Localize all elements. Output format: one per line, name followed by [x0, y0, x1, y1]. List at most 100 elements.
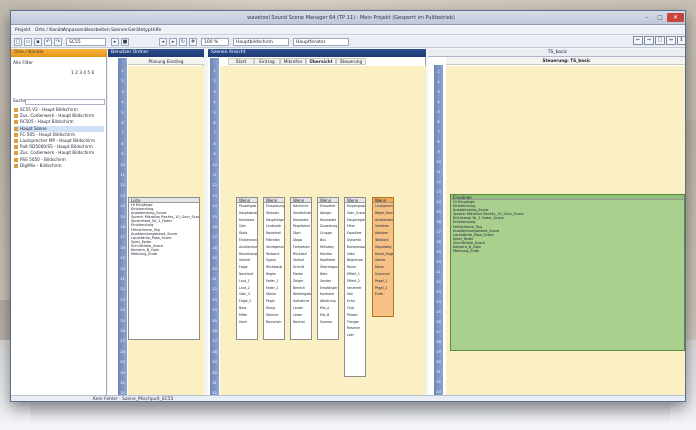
list-item[interactable]: Dynamik — [345, 237, 365, 244]
list-item[interactable]: Talkback — [373, 237, 393, 244]
menu-hilfe[interactable]: Hilfe — [151, 28, 161, 33]
list-item[interactable]: Ende — [373, 291, 393, 298]
list-item[interactable]: Folge_2 — [237, 298, 257, 305]
list-item[interactable]: Stufe — [237, 230, 257, 237]
list-item[interactable]: Hilfsweg — [318, 244, 338, 251]
list-item[interactable]: Stimme — [264, 312, 284, 319]
list-item[interactable]: Kanal_Folge — [373, 251, 393, 258]
list-item[interactable]: Empfänger — [318, 285, 338, 292]
list-item[interactable]: Equalizer — [345, 230, 365, 237]
list-item[interactable]: Wiedergabe — [291, 291, 311, 298]
list-item[interactable]: Pegelband — [291, 223, 311, 230]
close-button[interactable]: ✕ — [667, 13, 684, 22]
list-item[interactable]: Gain_Score — [345, 210, 365, 217]
list-item[interactable]: Mono — [373, 264, 393, 271]
list-item[interactable]: Hauptfolge — [264, 217, 284, 224]
list-item[interactable]: Abhörung — [318, 298, 338, 305]
scene-combo[interactable]: SC55 — [66, 38, 106, 46]
list-item[interactable]: Pegel_1 — [373, 278, 393, 285]
tree-item[interactable]: PSS 5050 - Bildschirm — [14, 157, 104, 163]
menu-geraetetyp[interactable]: Gerätetyp — [128, 28, 151, 33]
list-item[interactable]: Gruppe — [318, 230, 338, 237]
list-item[interactable]: Netz — [318, 271, 338, 278]
list-item[interactable]: Pauseligab — [237, 203, 257, 210]
list-item[interactable]: Einspielung — [264, 203, 284, 210]
tree-item[interactable]: FC-505 - Haupt Bildschirm — [14, 132, 104, 138]
scene-box[interactable]: WennLautsprecherRegie_ScoreAusblendungVo… — [372, 197, 394, 317]
list-item[interactable]: Folge — [237, 264, 257, 271]
list-item[interactable]: Phaser — [345, 312, 365, 319]
refresh-icon[interactable]: ↻ — [179, 38, 187, 46]
list-item[interactable]: Einspieler — [318, 203, 338, 210]
list-item[interactable]: Eingangswahl — [345, 203, 365, 210]
tree-item[interactable]: DigiMix - Bildschirm — [14, 163, 104, 169]
list-item[interactable]: Fader_1 — [264, 278, 284, 285]
minimize-button[interactable]: – — [641, 13, 653, 22]
scene-box[interactable]: Wenn Einspielung Textsatz Hauptfolge Lautstu… — [263, 197, 285, 340]
list-item[interactable]: Meldung_Ende — [451, 249, 684, 253]
list-item[interactable]: Regie_Score — [373, 210, 393, 217]
list-item[interactable]: Effekt_2 — [345, 278, 365, 285]
list-item[interactable]: Signal — [264, 257, 284, 264]
list-item[interactable]: Rückkanal — [264, 264, 284, 271]
list-item[interactable]: Mix_A — [318, 305, 338, 312]
tree-item[interactable]: RC505 - Haupt Bildschirm — [14, 119, 104, 125]
fit-width-icon[interactable]: ⇔ — [666, 36, 676, 45]
maximize-button[interactable]: □ — [654, 13, 666, 22]
list-item[interactable]: Leiser — [291, 312, 311, 319]
list-item[interactable]: Vorhören — [373, 223, 393, 230]
list-item[interactable]: Marke — [291, 271, 311, 278]
list-item[interactable]: Begrenzer — [345, 257, 365, 264]
save-icon[interactable]: ▪ — [34, 38, 42, 46]
list-item[interactable]: Stopp — [291, 237, 311, 244]
list-item[interactable]: Vorlauf — [291, 257, 311, 264]
list-item[interactable]: Bereich — [291, 285, 311, 292]
list-item[interactable]: Raum — [345, 264, 365, 271]
menu-bearbeiten[interactable]: Bearbeiten — [85, 28, 110, 33]
list-item[interactable]: Steller — [264, 291, 284, 298]
tree-item[interactable]: Pult RD5000/S5 - Haupt Bildschirm — [14, 144, 104, 150]
right-list-box[interactable]: Eingänge Hi Eingänge Einblendung Ausblendu… — [450, 194, 685, 351]
list-item[interactable]: Sender — [318, 278, 338, 285]
tree-item[interactable]: Zus. Codierwerk - Haupt Bildschirm — [14, 113, 104, 119]
list-item[interactable]: Ausblendung — [237, 244, 257, 251]
grid-icon[interactable]: # — [189, 38, 197, 46]
list-item[interactable]: Verzerrer — [345, 285, 365, 292]
list-item[interactable]: Pegel_2 — [373, 285, 393, 292]
language-combo[interactable]: Hauptbildschirm — [233, 38, 289, 46]
tab-uebersicht[interactable]: Übersicht — [306, 58, 336, 65]
tab-mikrofon[interactable]: Mikrofon — [280, 58, 306, 65]
list-item[interactable]: Kompressor — [345, 244, 365, 251]
list-item[interactable]: Kontrolle — [318, 291, 338, 298]
list-item[interactable]: Kopfhörer — [318, 257, 338, 264]
search-input[interactable] — [25, 99, 105, 105]
list-item[interactable]: Neutral — [291, 319, 311, 326]
filter-label[interactable]: Alle Filter — [13, 61, 33, 66]
menu-anpassen[interactable]: Anpassen — [63, 28, 85, 33]
menu-orte[interactable]: Orte / Kanäle — [35, 28, 65, 33]
list-item[interactable]: Ausblendung — [373, 217, 393, 224]
scene-box[interactable]: Wenn Einspieler Ablage Kanalwahl Zuweisung Gr… — [317, 197, 339, 340]
list-item[interactable]: Schnitt — [291, 264, 311, 271]
channel-counter[interactable]: 1 2 3 4 5 6 — [71, 71, 94, 76]
tree-item[interactable]: Haupt Szene — [14, 125, 104, 132]
list-item[interactable]: Raumhall — [264, 230, 284, 237]
stop-icon[interactable]: ■ — [121, 38, 129, 46]
undo-icon[interactable]: ↶ — [44, 38, 52, 46]
back-icon[interactable]: ◂ — [159, 38, 167, 46]
list-item[interactable]: Ablage — [318, 210, 338, 217]
list-item[interactable]: Textsatz — [264, 210, 284, 217]
fit-height-icon[interactable]: ⇕ — [677, 36, 685, 45]
scene-box[interactable]: Wenn Nachricht Senderliste Kanalsatz Pegelba… — [290, 197, 312, 340]
list-item[interactable]: Hauptregler — [345, 217, 365, 224]
list-item[interactable]: Filter — [345, 223, 365, 230]
new-icon[interactable]: □ — [14, 38, 22, 46]
list-item[interactable]: Vorlauf — [237, 257, 257, 264]
title-bar[interactable]: wavetool Sound Scene Manager 64 (TP 11) … — [11, 11, 685, 25]
list-item[interactable]: Zeiger — [291, 278, 311, 285]
list-item[interactable]: Echo — [345, 298, 365, 305]
list-item[interactable]: Bass — [237, 305, 257, 312]
list-item[interactable]: Abhören — [373, 230, 393, 237]
tab-start[interactable]: Start — [228, 58, 254, 65]
list-item[interactable]: Fader_2 — [264, 285, 284, 292]
